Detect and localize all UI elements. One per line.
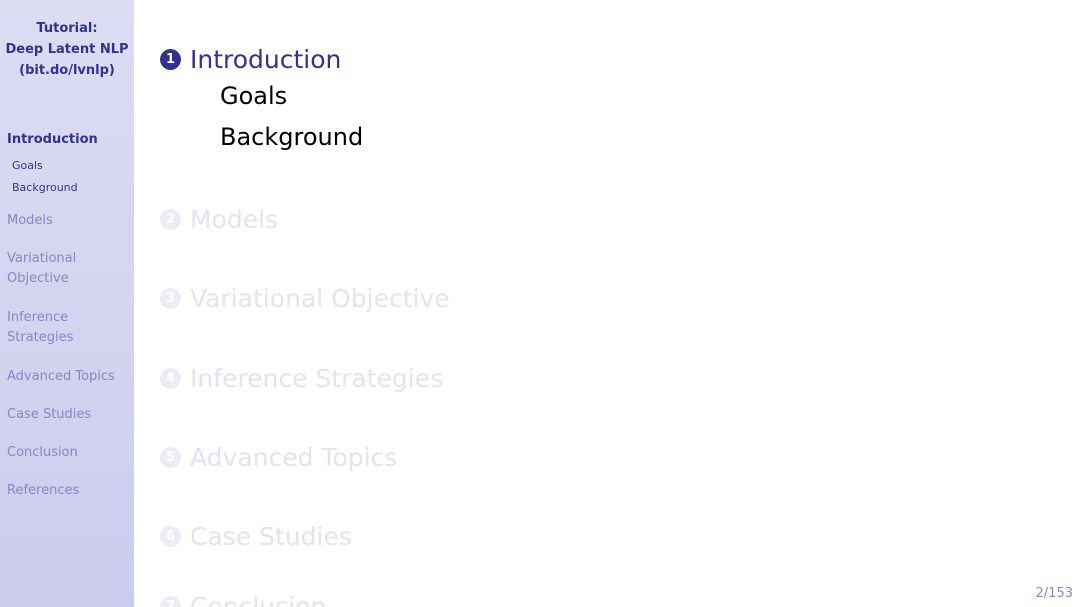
sidebar-item-models[interactable]: Models — [7, 211, 53, 231]
title-line: (bit.do/lvnlp) — [19, 63, 115, 78]
outline-item-case-studies[interactable]: 6 Case Studies — [160, 522, 352, 551]
sidebar-item-label-line: Objective — [7, 271, 69, 286]
outline-item-conclusion[interactable]: 7 Conclusion — [160, 592, 326, 607]
sidebar-item-variational-objective[interactable]: Variational Objective — [7, 249, 76, 289]
outline-label: Variational Objective — [190, 284, 450, 313]
number-badge-icon: 5 — [160, 447, 181, 468]
sidebar-item-label-line: Variational — [7, 251, 77, 266]
sidebar-item-case-studies[interactable]: Case Studies — [7, 405, 91, 425]
outline-label: Case Studies — [190, 522, 352, 551]
outline-item-variational-objective[interactable]: 3 Variational Objective — [160, 284, 450, 313]
outline-item-models[interactable]: 2 Models — [160, 205, 278, 234]
number-badge-icon: 4 — [160, 368, 181, 389]
sidebar-item-inference-strategies[interactable]: Inference Strategies — [7, 308, 73, 348]
presentation-title: Tutorial: Deep Latent NLP (bit.do/lvnlp) — [0, 18, 134, 81]
outline-label: Conclusion — [190, 592, 327, 607]
slide-content: 1 Introduction Goals Background 2 Models… — [134, 0, 1080, 607]
sidebar: Tutorial: Deep Latent NLP (bit.do/lvnlp)… — [0, 0, 134, 607]
number-badge-icon: 3 — [160, 288, 181, 309]
sidebar-subitem-background[interactable]: Background — [12, 181, 78, 195]
sidebar-item-introduction[interactable]: Introduction — [7, 130, 98, 150]
outline-subitem-goals[interactable]: Goals — [220, 82, 287, 110]
outline-label: Introduction — [190, 45, 342, 74]
sidebar-item-references[interactable]: References — [7, 481, 79, 501]
title-line: Tutorial: — [36, 21, 98, 36]
sidebar-item-label-line: Inference — [7, 310, 69, 325]
outline-label: Models — [190, 205, 279, 234]
outline-item-advanced-topics[interactable]: 5 Advanced Topics — [160, 443, 397, 472]
page-number: 2/153 — [1035, 586, 1073, 601]
outline-subitem-background[interactable]: Background — [220, 123, 363, 151]
sidebar-item-conclusion[interactable]: Conclusion — [7, 443, 78, 463]
sidebar-item-label-line: Strategies — [7, 330, 74, 345]
slide: Tutorial: Deep Latent NLP (bit.do/lvnlp)… — [0, 0, 1080, 607]
outline-label: Inference Strategies — [190, 364, 444, 393]
outline-item-introduction[interactable]: 1 Introduction — [160, 45, 341, 74]
number-badge-icon: 6 — [160, 526, 181, 547]
number-badge-icon: 1 — [160, 49, 181, 70]
outline-label: Advanced Topics — [190, 443, 398, 472]
title-line: Deep Latent NLP — [5, 42, 129, 57]
sidebar-subitem-goals[interactable]: Goals — [12, 159, 43, 173]
outline-item-inference-strategies[interactable]: 4 Inference Strategies — [160, 364, 443, 393]
number-badge-icon: 7 — [160, 596, 181, 607]
sidebar-item-advanced-topics[interactable]: Advanced Topics — [7, 367, 115, 387]
number-badge-icon: 2 — [160, 209, 181, 230]
